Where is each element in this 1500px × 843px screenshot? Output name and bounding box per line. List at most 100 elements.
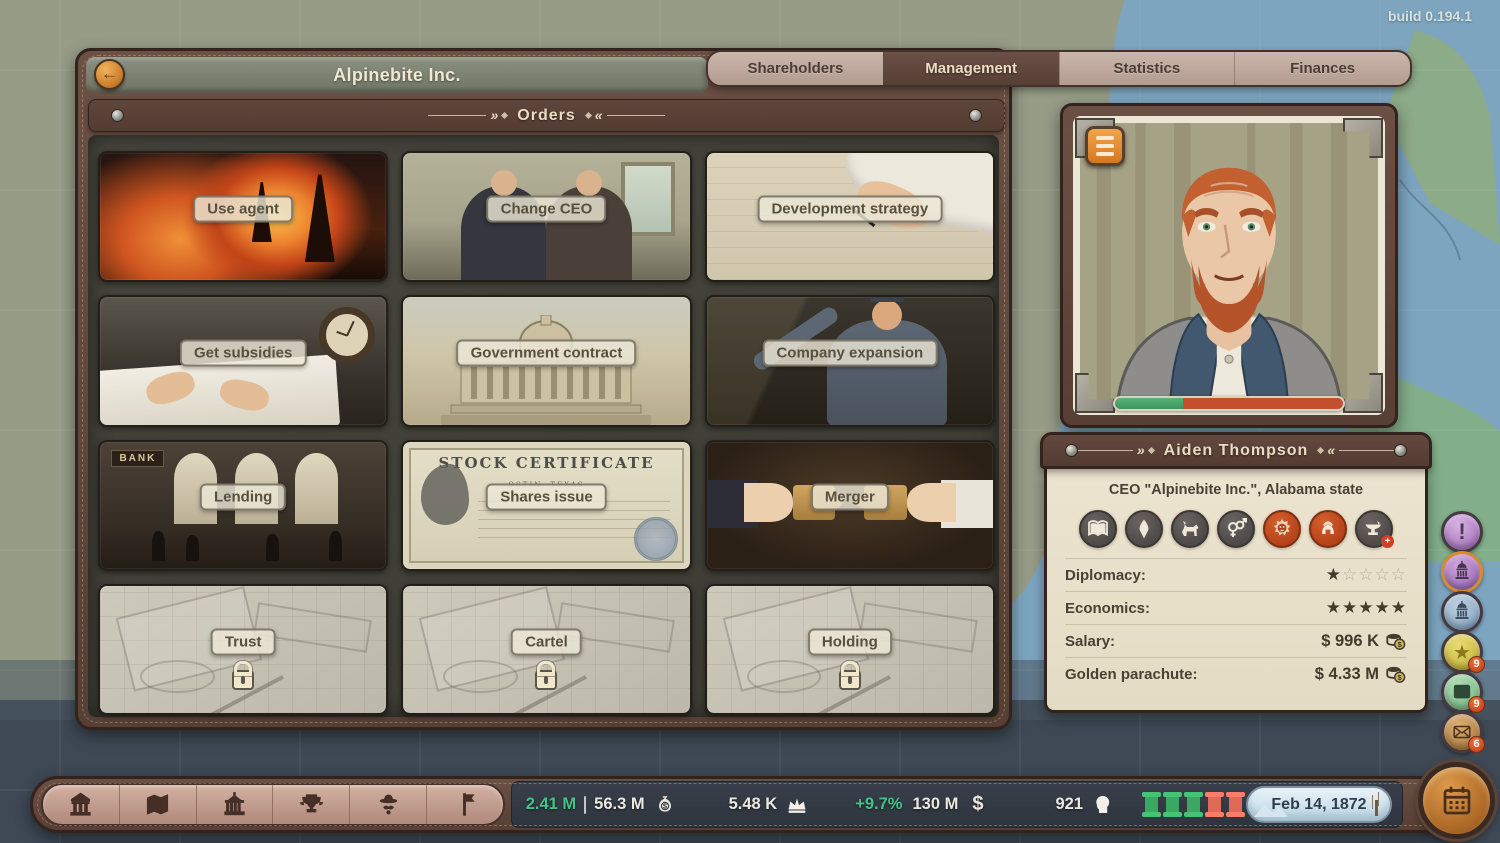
- figure-art: [186, 535, 199, 561]
- build-version-label: build 0.194.1: [1388, 8, 1472, 24]
- order-card-lending[interactable]: BANK Lending: [98, 440, 388, 571]
- clock-art: [319, 307, 375, 363]
- figure-art: [266, 534, 279, 561]
- agents-button[interactable]: [349, 785, 426, 824]
- praying-hands-icon: [1125, 510, 1163, 548]
- money-bag-icon: $: [653, 793, 677, 817]
- bank-window-art: [295, 453, 338, 524]
- economics-stars: ★★★★★: [1326, 598, 1407, 618]
- goals-button[interactable]: [272, 785, 349, 824]
- hamburger-menu-button[interactable]: [1085, 126, 1125, 166]
- green-spool-icon: [1145, 793, 1158, 816]
- order-card-change-ceo[interactable]: Change CEO: [401, 151, 691, 282]
- order-card-label: Cartel: [511, 628, 582, 655]
- order-card-label: Lending: [200, 484, 286, 511]
- tab-bar: Shareholders Management Statistics Finan…: [706, 50, 1412, 87]
- agent-icon: [375, 791, 402, 818]
- seal-art: [634, 517, 678, 561]
- spartan-helmet-icon: [1309, 510, 1347, 548]
- calendar-icon: [1439, 783, 1475, 819]
- mail-button[interactable]: 6: [1441, 711, 1483, 753]
- tab-finances[interactable]: Finances: [1234, 52, 1410, 85]
- trophy-icon: [298, 791, 325, 818]
- orders-section-header: Orders: [88, 99, 1005, 132]
- population-value: 921: [1055, 795, 1083, 814]
- back-button[interactable]: [94, 59, 125, 90]
- alerts-button[interactable]: [1441, 511, 1483, 553]
- achievements-button[interactable]: 9: [1441, 631, 1483, 673]
- ornament-right: [586, 107, 665, 125]
- tab-label: Shareholders: [747, 60, 843, 77]
- lion-icon: [1263, 510, 1301, 548]
- order-card-get-subsidies[interactable]: Get subsidies: [98, 295, 388, 426]
- order-card-holding[interactable]: Holding: [705, 584, 995, 715]
- book-icon: [1079, 510, 1117, 548]
- bottom-bar: 2.41 M 56.3 M $ 5.48 K +9.7% 130 M $ 921…: [30, 776, 1470, 833]
- figure-art: [329, 531, 342, 561]
- tab-statistics[interactable]: Statistics: [1059, 52, 1235, 85]
- order-card-label: Get subsidies: [180, 340, 306, 367]
- market-spools: [1141, 793, 1246, 816]
- lock-icon: [535, 670, 557, 690]
- state-button[interactable]: [1441, 591, 1483, 633]
- order-card-trust[interactable]: Trust: [98, 584, 388, 715]
- flag-icon: [451, 791, 478, 818]
- crown-icon: [785, 793, 809, 817]
- eagle-art: [421, 464, 470, 525]
- orders-title: Orders: [517, 107, 575, 125]
- notification-badge: 9: [1468, 696, 1485, 713]
- svg-text:$: $: [1398, 640, 1402, 649]
- blueprint-art: [747, 660, 821, 693]
- calendar-button[interactable]: [1418, 762, 1495, 839]
- donkey-icon: [1171, 510, 1209, 548]
- tab-management[interactable]: Management: [883, 52, 1059, 85]
- ceo-info-panel: Aiden Thompson CEO "Alpinebite Inc.", Al…: [1040, 432, 1432, 713]
- government-building-icon: [221, 791, 248, 818]
- ornament-left: [428, 107, 507, 125]
- tab-label: Finances: [1290, 60, 1355, 77]
- politics-button[interactable]: [426, 785, 503, 824]
- orders-window: Alpinebite Inc. H KY Orders Use agent: [75, 48, 1012, 730]
- tab-shareholders[interactable]: Shareholders: [708, 52, 883, 85]
- capitol-building-art: [441, 315, 651, 425]
- screw-icon: [1065, 444, 1078, 457]
- divider: [584, 796, 586, 814]
- green-spool-icon: [1166, 793, 1179, 816]
- map-icon: [144, 791, 171, 818]
- bank-sign: BANK: [111, 450, 164, 467]
- date-display[interactable]: Feb 14, 1872: [1246, 786, 1392, 823]
- ceo-panel-header: Aiden Thompson: [1040, 432, 1432, 469]
- capital-value: 130 M: [912, 795, 958, 814]
- government-building-button[interactable]: [196, 785, 273, 824]
- government-button[interactable]: [1441, 551, 1483, 593]
- figure-art: [152, 531, 165, 561]
- salary-value: $ 996 K$: [1321, 630, 1407, 652]
- bottom-nav: [41, 783, 505, 826]
- order-card-merger[interactable]: Merger: [705, 440, 995, 571]
- order-card-label: Company expansion: [762, 340, 937, 367]
- city-button[interactable]: [43, 785, 119, 824]
- capitol-purple-icon: [1451, 561, 1473, 583]
- ceo-name: Aiden Thompson: [1164, 442, 1309, 460]
- certificates-button[interactable]: 9: [1441, 671, 1483, 713]
- resources-bar: 2.41 M 56.3 M $ 5.48 K +9.7% 130 M $ 921…: [511, 781, 1403, 828]
- notification-badge: 9: [1468, 656, 1485, 673]
- ceo-portrait-panel: [1060, 103, 1398, 428]
- order-card-cartel[interactable]: Cartel: [401, 584, 691, 715]
- order-card-company-expansion[interactable]: Company expansion: [705, 295, 995, 426]
- order-card-development-strategy[interactable]: Development strategy: [705, 151, 995, 282]
- order-card-label: Change CEO: [487, 195, 607, 222]
- exclamation-icon: [1458, 519, 1465, 545]
- order-card-government-contract[interactable]: Government contract: [401, 295, 691, 426]
- screw-icon: [969, 109, 982, 122]
- game-screen: build 0.194.1 Alpinebite Inc. H KY Order…: [0, 0, 1500, 843]
- order-card-label: Merger: [811, 484, 889, 511]
- lock-icon: [839, 670, 861, 690]
- order-card-shares-issue[interactable]: STOCK CERTIFICATE OSTIN, TEXAS Shares is…: [401, 440, 691, 571]
- order-card-use-agent[interactable]: Use agent: [98, 151, 388, 282]
- stat-label: Economics:: [1065, 600, 1150, 617]
- coins-icon: $: [1385, 663, 1407, 685]
- cash-flow-value: 2.41 M: [526, 795, 576, 814]
- hand-art: [907, 483, 956, 521]
- map-button[interactable]: [119, 785, 196, 824]
